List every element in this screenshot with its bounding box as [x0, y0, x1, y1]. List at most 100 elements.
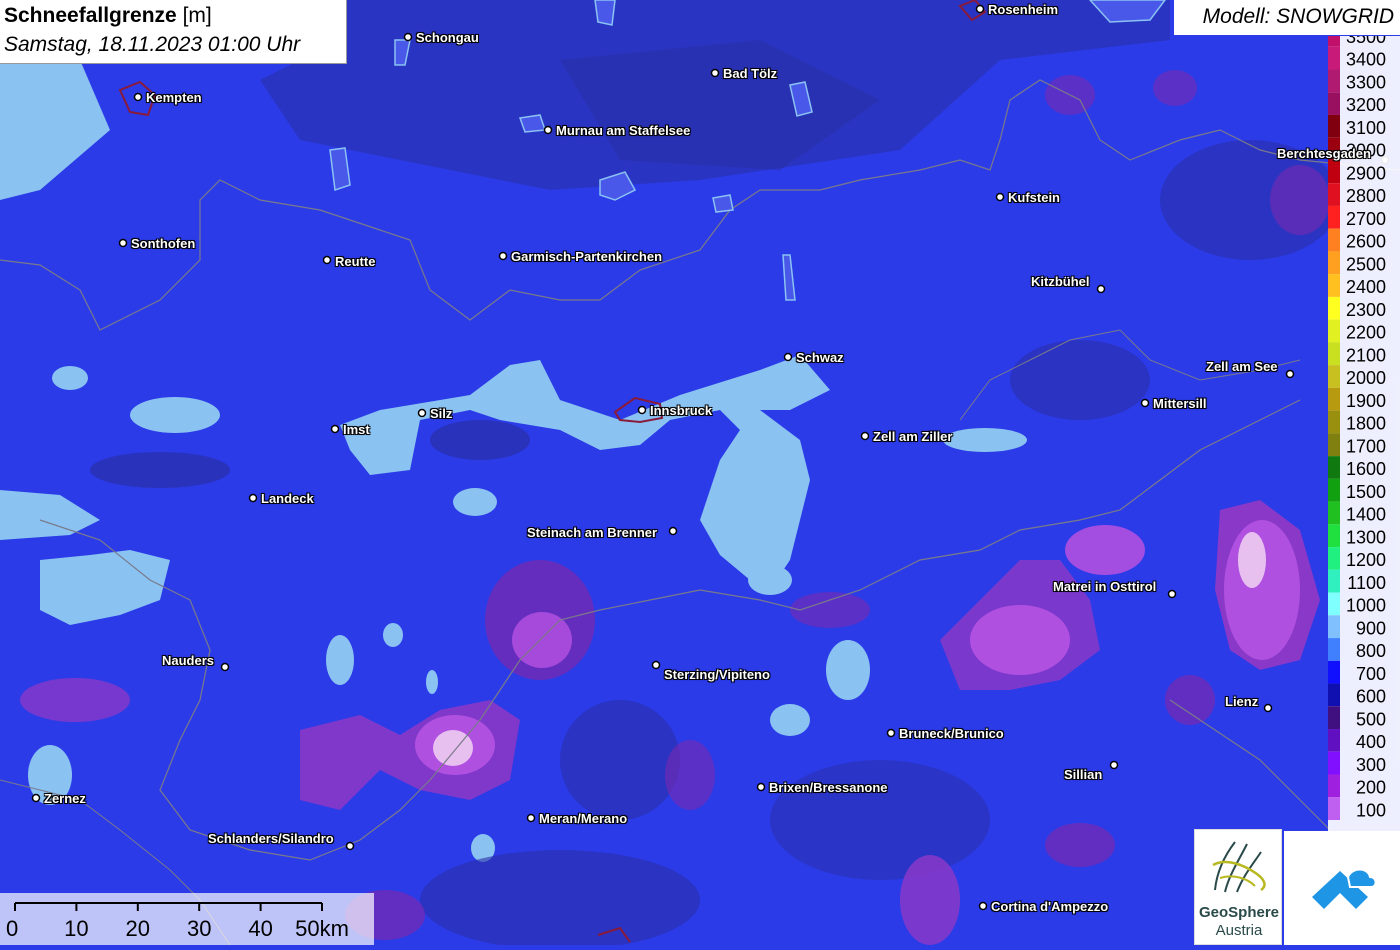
city-dot[interactable]	[860, 431, 870, 441]
legend-swatch	[1328, 569, 1340, 593]
city-label[interactable]: Schlanders/Silandro	[208, 831, 334, 846]
city-label[interactable]: Berchtesgaden	[1277, 146, 1371, 161]
city-dot[interactable]	[995, 192, 1005, 202]
legend-label: 100	[1356, 800, 1386, 820]
city-dot[interactable]	[756, 782, 766, 792]
legend-swatch	[1328, 456, 1340, 479]
city-dot[interactable]	[543, 125, 553, 135]
city-label[interactable]: Schongau	[416, 30, 479, 45]
legend-swatch	[1328, 228, 1340, 252]
legend-label: 700	[1356, 664, 1386, 684]
purple-area-3	[900, 855, 960, 945]
city-label[interactable]: Sterzing/Vipiteno	[664, 667, 770, 682]
legend-swatch	[1328, 69, 1340, 93]
city-label[interactable]: Zernez	[44, 791, 86, 806]
snowline-map[interactable]	[0, 0, 1400, 945]
geosphere-sub: Austria	[1215, 922, 1263, 939]
city-dot[interactable]	[133, 92, 143, 102]
city-dot[interactable]	[248, 493, 258, 503]
city-label[interactable]: Kufstein	[1008, 190, 1060, 205]
city-label[interactable]: Bad Tölz	[723, 66, 777, 81]
city-label[interactable]: Steinach am Brenner	[527, 525, 657, 540]
city-label[interactable]: Silz	[430, 406, 452, 421]
purple-area-4	[665, 740, 715, 810]
title-parameter: Schneefallgrenze	[4, 4, 177, 27]
city-dot[interactable]	[1096, 284, 1106, 294]
city-dot[interactable]	[637, 405, 647, 415]
dark-area-5	[1010, 340, 1150, 420]
city-label[interactable]: Mittersill	[1153, 396, 1206, 411]
scale-label: 40	[248, 916, 272, 941]
city-label[interactable]: Lienz	[1225, 694, 1258, 709]
city-label[interactable]: Reutte	[335, 254, 375, 269]
city-label[interactable]: Cortina d'Ampezzo	[991, 899, 1108, 914]
legend-label: 2300	[1346, 300, 1386, 320]
legend-label: 1900	[1346, 391, 1386, 411]
city-label[interactable]: Matrei in Osttirol	[1053, 579, 1156, 594]
city-label[interactable]: Innsbruck	[650, 403, 712, 418]
legend-label: 3400	[1346, 50, 1386, 70]
city-dot[interactable]	[1109, 760, 1119, 770]
city-dot[interactable]	[783, 352, 793, 362]
city-label[interactable]: Meran/Merano	[539, 811, 627, 826]
city-dot[interactable]	[710, 68, 720, 78]
city-dot[interactable]	[978, 901, 988, 911]
city-label[interactable]: Schwaz	[796, 350, 844, 365]
city-dot[interactable]	[651, 660, 661, 670]
city-dot[interactable]	[526, 813, 536, 823]
city-label[interactable]: Zell am See	[1206, 359, 1278, 374]
purple-area-8	[1153, 70, 1197, 106]
legend-swatch	[1328, 296, 1340, 320]
city-label[interactable]: Bruneck/Brunico	[899, 726, 1004, 741]
city-dot[interactable]	[1285, 369, 1295, 379]
city-label[interactable]: Zell am Ziller	[873, 429, 952, 444]
city-label[interactable]: Garmisch-Partenkirchen	[511, 249, 662, 264]
city-label[interactable]: Sillian	[1064, 767, 1102, 782]
city-dot[interactable]	[1263, 703, 1273, 713]
city-dot[interactable]	[345, 841, 355, 851]
city-dot[interactable]	[886, 728, 896, 738]
legend-label: 500	[1356, 709, 1386, 729]
scale-label: 50km	[295, 916, 349, 941]
legend-swatch	[1328, 274, 1340, 297]
city-label[interactable]: Imst	[343, 422, 370, 437]
city-label[interactable]: Brixen/Bressanone	[769, 780, 888, 795]
legend-swatch	[1328, 183, 1340, 206]
legend-swatch	[1328, 387, 1340, 411]
legend-label: 800	[1356, 641, 1386, 661]
purple-core-east-1	[970, 605, 1070, 675]
scale-label: 30	[187, 916, 211, 941]
city-dot[interactable]	[118, 238, 128, 248]
city-dot[interactable]	[417, 408, 427, 418]
city-dot[interactable]	[403, 32, 413, 42]
city-label[interactable]: Nauders	[162, 653, 214, 668]
geosphere-logo[interactable]: GeoSphere Austria	[1194, 829, 1282, 945]
legend-label: 2100	[1346, 345, 1386, 365]
city-dot[interactable]	[668, 526, 678, 536]
city-dot[interactable]	[1140, 398, 1150, 408]
scale-label: 0	[6, 916, 18, 941]
legend-swatch	[1328, 797, 1340, 820]
city-dot[interactable]	[975, 4, 985, 14]
city-label[interactable]: Sonthofen	[131, 236, 195, 251]
city-label[interactable]: Kitzbühel	[1031, 274, 1090, 289]
city-dot[interactable]	[1167, 589, 1177, 599]
white-core-east-3	[1238, 532, 1266, 588]
title-box: Schneefallgrenze [m] Samstag, 18.11.2023…	[0, 0, 347, 64]
legend-label: 3100	[1346, 118, 1386, 138]
city-label[interactable]: Murnau am Staffelsee	[556, 123, 690, 138]
legend-label: 1600	[1346, 459, 1386, 479]
legend-label: 1400	[1346, 505, 1386, 525]
city-label[interactable]: Landeck	[261, 491, 314, 506]
legend-swatch	[1328, 524, 1340, 548]
app-logo[interactable]	[1284, 831, 1400, 945]
city-label[interactable]: Rosenheim	[988, 2, 1058, 17]
city-dot[interactable]	[498, 251, 508, 261]
city-dot[interactable]	[322, 255, 332, 265]
city-label[interactable]: Kempten	[146, 90, 202, 105]
city-dot[interactable]	[220, 662, 230, 672]
legend-swatch	[1328, 46, 1340, 70]
city-dot[interactable]	[330, 424, 340, 434]
city-dot[interactable]	[31, 793, 41, 803]
dark-area-7	[770, 760, 990, 880]
